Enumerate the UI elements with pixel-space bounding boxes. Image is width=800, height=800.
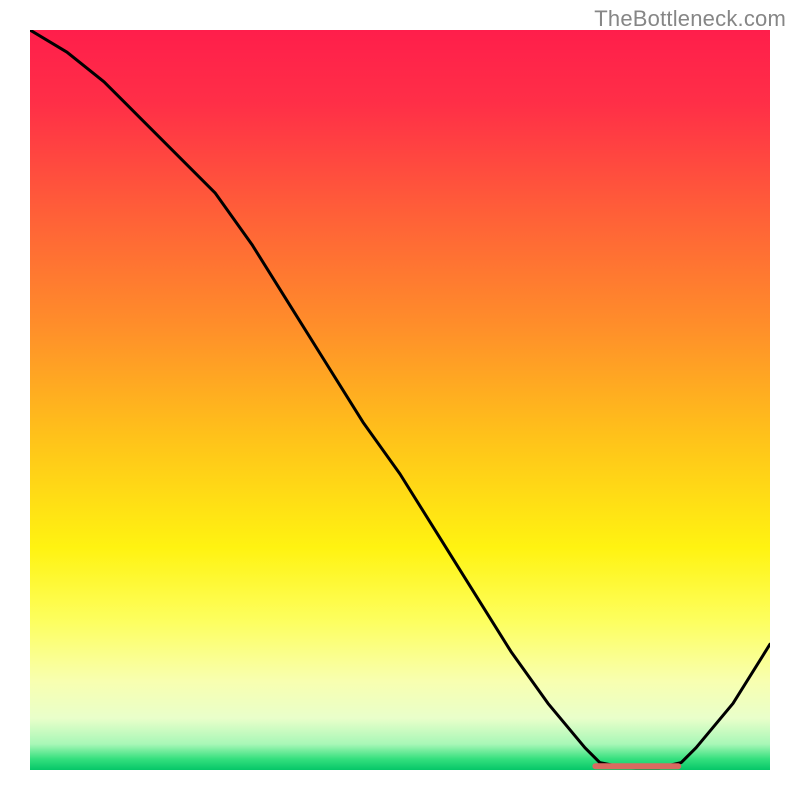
valley-marker [592,763,681,769]
chart-background-gradient [30,30,770,770]
chart-svg [30,30,770,770]
watermark-text: TheBottleneck.com [594,6,786,32]
chart-plot-area [30,30,770,770]
